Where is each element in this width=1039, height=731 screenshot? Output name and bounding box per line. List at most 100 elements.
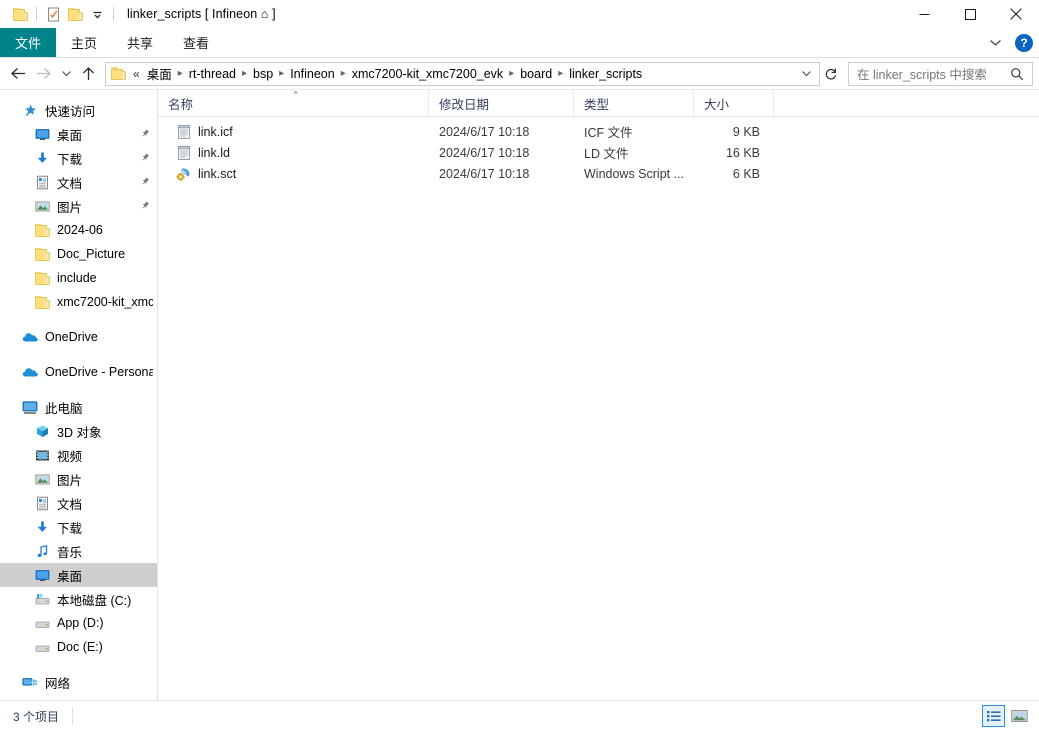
sidebar-item-quick-access[interactable]: 快速访问	[0, 98, 157, 122]
sidebar-item-xmc7200-kit[interactable]: xmc7200-kit_xmc7	[0, 290, 157, 314]
table-row[interactable]: link.icf 2024/6/17 10:18 ICF 文件 9 KB	[158, 121, 1039, 142]
3d-objects-icon	[34, 423, 50, 439]
sidebar-item-music[interactable]: 音乐	[0, 539, 157, 563]
refresh-icon[interactable]	[820, 63, 842, 85]
sidebar-item-downloads-pc[interactable]: 下载	[0, 515, 157, 539]
recent-locations-button[interactable]	[56, 61, 76, 87]
sidebar-item-2024-06[interactable]: 2024-06	[0, 218, 157, 242]
file-name-cell[interactable]: link.ld	[158, 145, 429, 161]
tab-share[interactable]: 共享	[112, 28, 168, 57]
sidebar-item-downloads-qa[interactable]: 下载	[0, 146, 157, 170]
sidebar-gap-2	[0, 349, 157, 360]
explorer-window: linker_scripts [ Infineon ⌂ ] 文件 主页 共享 查…	[0, 0, 1039, 731]
sidebar-item-pictures-qa[interactable]: 图片	[0, 194, 157, 218]
details-view-button[interactable]	[982, 705, 1005, 727]
file-name-cell[interactable]: link.sct	[158, 166, 429, 182]
sidebar-item-label: 文档	[57, 176, 83, 191]
sidebar-item-documents-pc[interactable]: 文档	[0, 491, 157, 515]
column-header-type[interactable]: 类型	[574, 90, 694, 116]
status-bar: 3 个项目	[0, 700, 1039, 731]
sidebar-item-desktop-pc[interactable]: 桌面	[0, 563, 157, 587]
sidebar-item-label: 本地磁盘 (C:)	[57, 593, 132, 608]
column-header-name[interactable]: 名称 ⌃	[158, 90, 429, 116]
breadcrumb-item-4[interactable]: xmc7200-kit_xmc7200_evk	[348, 67, 507, 81]
pin-icon[interactable]	[140, 201, 150, 212]
breadcrumb-bar[interactable]: « 桌面 ▸ rt-thread ▸ bsp ▸ Infineon ▸ xmc7…	[105, 61, 820, 86]
text-file-icon	[176, 145, 192, 161]
column-header-size[interactable]: 大小	[694, 90, 774, 116]
breadcrumb-item-2[interactable]: bsp	[249, 67, 277, 81]
sidebar-item-network[interactable]: 网络	[0, 670, 157, 694]
sidebar-item-documents-qa[interactable]: 文档	[0, 170, 157, 194]
music-icon	[34, 543, 50, 559]
breadcrumb-separator-4[interactable]: ▸	[507, 68, 516, 79]
tab-view[interactable]: 查看	[168, 28, 224, 57]
file-size: 6 KB	[732, 166, 760, 181]
sidebar-item-onedrive-personal[interactable]: OneDrive - Persona	[0, 360, 157, 384]
minimize-button[interactable]	[901, 0, 947, 28]
title-bar: linker_scripts [ Infineon ⌂ ]	[0, 0, 1039, 28]
status-divider	[72, 707, 74, 725]
table-row[interactable]: link.sct 2024/6/17 10:18 Windows Script …	[158, 163, 1039, 184]
breadcrumb-item-1[interactable]: rt-thread	[185, 67, 240, 81]
file-name-cell[interactable]: link.icf	[158, 124, 429, 140]
sidebar-item-this-pc[interactable]: 此电脑	[0, 395, 157, 419]
chevron-down-icon[interactable]	[985, 32, 1005, 54]
sidebar-item-include[interactable]: include	[0, 266, 157, 290]
table-row[interactable]: link.ld 2024/6/17 10:18 LD 文件 16 KB	[158, 142, 1039, 163]
breadcrumb-item-6[interactable]: linker_scripts	[565, 67, 646, 81]
downloads-icon	[34, 519, 50, 535]
tab-home[interactable]: 主页	[56, 28, 112, 57]
desktop-icon	[34, 126, 50, 142]
sidebar-item-doc-picture[interactable]: Doc_Picture	[0, 242, 157, 266]
breadcrumb-item-5[interactable]: board	[516, 67, 556, 81]
pin-icon[interactable]	[140, 153, 150, 164]
up-button[interactable]	[76, 61, 101, 87]
properties-icon[interactable]	[42, 3, 64, 25]
close-button[interactable]	[993, 0, 1039, 28]
sidebar-item-local-disk-c[interactable]: 本地磁盘 (C:)	[0, 587, 157, 611]
sidebar-item-pictures-pc[interactable]: 图片	[0, 467, 157, 491]
folder-icon	[34, 246, 50, 262]
sidebar-item-label: 文档	[57, 497, 83, 512]
breadcrumb-separator-2[interactable]: ▸	[277, 68, 286, 79]
sidebar-item-onedrive[interactable]: OneDrive	[0, 325, 157, 349]
back-button[interactable]	[6, 61, 31, 87]
folder-icon[interactable]	[9, 3, 31, 25]
file-list-pane[interactable]: 名称 ⌃ 修改日期 类型 大小 link.icf 2024/6/17 10:18…	[158, 90, 1039, 700]
sidebar-item-doc-e[interactable]: Doc (E:)	[0, 635, 157, 659]
breadcrumb-separator-3[interactable]: ▸	[339, 68, 348, 79]
help-icon[interactable]: ?	[1015, 33, 1033, 52]
breadcrumb-separator-5[interactable]: ▸	[556, 68, 565, 79]
sidebar-item-app-d[interactable]: App (D:)	[0, 611, 157, 635]
search-input[interactable]: 在 linker_scripts 中搜索	[857, 64, 1006, 83]
sidebar-item-3d-objects[interactable]: 3D 对象	[0, 419, 157, 443]
search-box[interactable]: 在 linker_scripts 中搜索	[848, 61, 1033, 86]
column-header-date-modified[interactable]: 修改日期	[429, 90, 574, 116]
sidebar-item-label: OneDrive - Persona	[45, 365, 153, 379]
forward-button[interactable]	[31, 61, 56, 87]
qat-divider-2	[113, 7, 114, 21]
folder-icon	[34, 222, 50, 238]
breadcrumb-item-0[interactable]: 桌面	[143, 64, 176, 83]
customize-dropdown-icon[interactable]	[86, 3, 108, 25]
sidebar-gap-1	[0, 314, 157, 325]
sidebar-item-desktop-qa[interactable]: 桌面	[0, 122, 157, 146]
breadcrumb-item-3[interactable]: Infineon	[286, 67, 338, 81]
navigation-pane[interactable]: 快速访问 桌面 下载 文档 图片 2024-06 Doc_Picture inc…	[0, 90, 158, 700]
breadcrumb-separator-0[interactable]: ▸	[176, 68, 185, 79]
search-icon[interactable]	[1006, 63, 1028, 85]
pin-icon[interactable]	[140, 129, 150, 140]
new-folder-icon[interactable]	[64, 3, 86, 25]
file-type: ICF 文件	[584, 126, 633, 140]
maximize-button[interactable]	[947, 0, 993, 28]
file-rows: link.icf 2024/6/17 10:18 ICF 文件 9 KB lin…	[158, 117, 1039, 700]
pin-icon[interactable]	[140, 177, 150, 188]
sidebar-item-videos[interactable]: 视频	[0, 443, 157, 467]
sidebar-item-label: 图片	[57, 200, 83, 215]
breadcrumb-separator-1[interactable]: ▸	[240, 68, 249, 79]
address-dropdown-icon[interactable]	[795, 63, 817, 85]
breadcrumb-overflow[interactable]: «	[128, 67, 143, 81]
large-icons-view-button[interactable]	[1008, 705, 1031, 727]
tab-file[interactable]: 文件	[0, 28, 56, 57]
